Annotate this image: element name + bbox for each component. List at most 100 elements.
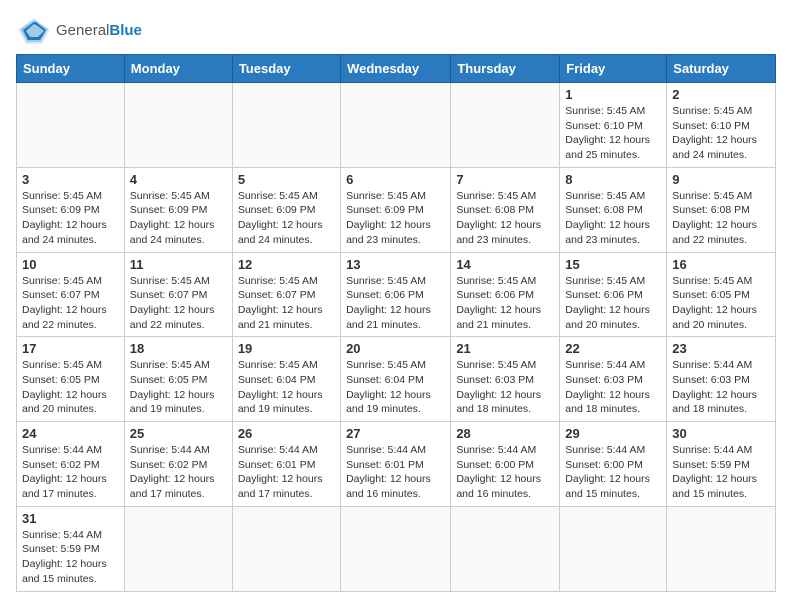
day-number: 16 (672, 257, 770, 272)
calendar-day-cell: 5 Sunrise: 5:45 AM Sunset: 6:09 PM Daylig… (232, 167, 340, 252)
calendar-day-cell: 22 Sunrise: 5:44 AM Sunset: 6:03 PM Dayli… (560, 337, 667, 422)
day-number: 9 (672, 172, 770, 187)
day-number: 3 (22, 172, 119, 187)
day-info: Sunrise: 5:45 AM Sunset: 6:07 PM Dayligh… (130, 274, 227, 333)
day-info: Sunrise: 5:45 AM Sunset: 6:10 PM Dayligh… (672, 104, 770, 163)
calendar-day-cell: 9Sunrise: 5:45 AM Sunset: 6:08 PM Daylig… (667, 167, 776, 252)
calendar-day-cell: 30 Sunrise: 5:44 AM Sunset: 5:59 PM Dayli… (667, 422, 776, 507)
day-info: Sunrise: 5:45 AM Sunset: 6:09 PM Dayligh… (22, 189, 119, 248)
calendar-week-row: 1 Sunrise: 5:45 AM Sunset: 6:10 PM Daylig… (17, 83, 776, 168)
day-number: 20 (346, 341, 445, 356)
calendar-header-row: SundayMondayTuesdayWednesdayThursdayFrid… (17, 55, 776, 83)
logo-icon (16, 16, 52, 46)
day-number: 7 (456, 172, 554, 187)
day-number: 21 (456, 341, 554, 356)
calendar-day-cell: 17 Sunrise: 5:45 AM Sunset: 6:05 PM Dayli… (17, 337, 125, 422)
calendar-day-cell: 28 Sunrise: 5:44 AM Sunset: 6:00 PM Dayli… (451, 422, 560, 507)
day-info: Sunrise: 5:44 AM Sunset: 5:59 PM Dayligh… (672, 443, 770, 502)
day-info: Sunrise: 5:45 AM Sunset: 6:06 PM Dayligh… (565, 274, 661, 333)
day-info: Sunrise: 5:44 AM Sunset: 6:03 PM Dayligh… (565, 358, 661, 417)
calendar-day-cell: 25Sunrise: 5:44 AM Sunset: 6:02 PM Dayli… (124, 422, 232, 507)
header: GeneralBlue (16, 16, 776, 46)
calendar-day-cell: 10Sunrise: 5:45 AM Sunset: 6:07 PM Dayli… (17, 252, 125, 337)
calendar-day-cell: 23 Sunrise: 5:44 AM Sunset: 6:03 PM Dayli… (667, 337, 776, 422)
calendar-day-cell: 26Sunrise: 5:44 AM Sunset: 6:01 PM Dayli… (232, 422, 340, 507)
calendar-day-cell: 19 Sunrise: 5:45 AM Sunset: 6:04 PM Dayli… (232, 337, 340, 422)
day-info: Sunrise: 5:44 AM Sunset: 5:59 PM Dayligh… (22, 528, 119, 587)
calendar-day-cell (560, 506, 667, 591)
day-info: Sunrise: 5:45 AM Sunset: 6:08 PM Dayligh… (456, 189, 554, 248)
day-number: 23 (672, 341, 770, 356)
logo-text-area: GeneralBlue (56, 22, 142, 40)
calendar-day-cell: 15 Sunrise: 5:45 AM Sunset: 6:06 PM Dayli… (560, 252, 667, 337)
calendar-day-cell (124, 506, 232, 591)
calendar-day-cell: 11Sunrise: 5:45 AM Sunset: 6:07 PM Dayli… (124, 252, 232, 337)
day-info: Sunrise: 5:45 AM Sunset: 6:05 PM Dayligh… (22, 358, 119, 417)
day-info: Sunrise: 5:45 AM Sunset: 6:03 PM Dayligh… (456, 358, 554, 417)
calendar-day-cell (667, 506, 776, 591)
day-info: Sunrise: 5:44 AM Sunset: 6:01 PM Dayligh… (346, 443, 445, 502)
day-number: 19 (238, 341, 335, 356)
calendar-day-cell (232, 506, 340, 591)
calendar-day-cell: 13Sunrise: 5:45 AM Sunset: 6:06 PM Dayli… (341, 252, 451, 337)
day-number: 26 (238, 426, 335, 441)
day-number: 2 (672, 87, 770, 102)
day-info: Sunrise: 5:44 AM Sunset: 6:03 PM Dayligh… (672, 358, 770, 417)
calendar-day-cell: 7 Sunrise: 5:45 AM Sunset: 6:08 PM Daylig… (451, 167, 560, 252)
calendar-day-cell: 2 Sunrise: 5:45 AM Sunset: 6:10 PM Daylig… (667, 83, 776, 168)
day-number: 28 (456, 426, 554, 441)
day-info: Sunrise: 5:45 AM Sunset: 6:07 PM Dayligh… (238, 274, 335, 333)
day-number: 1 (565, 87, 661, 102)
day-info: Sunrise: 5:44 AM Sunset: 6:00 PM Dayligh… (456, 443, 554, 502)
calendar-day-cell: 29Sunrise: 5:44 AM Sunset: 6:00 PM Dayli… (560, 422, 667, 507)
day-number: 22 (565, 341, 661, 356)
calendar-day-cell (341, 83, 451, 168)
day-number: 31 (22, 511, 119, 526)
calendar-day-cell: 24Sunrise: 5:44 AM Sunset: 6:02 PM Dayli… (17, 422, 125, 507)
calendar-day-cell: 20 Sunrise: 5:45 AM Sunset: 6:04 PM Dayli… (341, 337, 451, 422)
day-info: Sunrise: 5:45 AM Sunset: 6:04 PM Dayligh… (346, 358, 445, 417)
day-number: 10 (22, 257, 119, 272)
day-number: 13 (346, 257, 445, 272)
calendar-day-cell: 16 Sunrise: 5:45 AM Sunset: 6:05 PM Dayli… (667, 252, 776, 337)
day-number: 17 (22, 341, 119, 356)
header-monday: Monday (124, 55, 232, 83)
day-number: 5 (238, 172, 335, 187)
day-number: 18 (130, 341, 227, 356)
day-number: 15 (565, 257, 661, 272)
day-number: 4 (130, 172, 227, 187)
day-number: 6 (346, 172, 445, 187)
calendar-day-cell (17, 83, 125, 168)
day-info: Sunrise: 5:44 AM Sunset: 6:00 PM Dayligh… (565, 443, 661, 502)
day-info: Sunrise: 5:45 AM Sunset: 6:09 PM Dayligh… (130, 189, 227, 248)
calendar-day-cell (232, 83, 340, 168)
calendar-day-cell: 8Sunrise: 5:45 AM Sunset: 6:08 PM Daylig… (560, 167, 667, 252)
header-saturday: Saturday (667, 55, 776, 83)
header-sunday: Sunday (17, 55, 125, 83)
day-info: Sunrise: 5:45 AM Sunset: 6:04 PM Dayligh… (238, 358, 335, 417)
calendar-week-row: 3 Sunrise: 5:45 AM Sunset: 6:09 PM Daylig… (17, 167, 776, 252)
day-number: 27 (346, 426, 445, 441)
calendar-day-cell (124, 83, 232, 168)
calendar-week-row: 17 Sunrise: 5:45 AM Sunset: 6:05 PM Dayli… (17, 337, 776, 422)
calendar-day-cell: 6 Sunrise: 5:45 AM Sunset: 6:09 PM Daylig… (341, 167, 451, 252)
day-info: Sunrise: 5:44 AM Sunset: 6:02 PM Dayligh… (22, 443, 119, 502)
day-number: 30 (672, 426, 770, 441)
day-info: Sunrise: 5:45 AM Sunset: 6:05 PM Dayligh… (672, 274, 770, 333)
calendar-week-row: 24Sunrise: 5:44 AM Sunset: 6:02 PM Dayli… (17, 422, 776, 507)
calendar-day-cell: 21 Sunrise: 5:45 AM Sunset: 6:03 PM Dayli… (451, 337, 560, 422)
logo: GeneralBlue (16, 16, 142, 46)
calendar-day-cell: 12 Sunrise: 5:45 AM Sunset: 6:07 PM Dayli… (232, 252, 340, 337)
header-thursday: Thursday (451, 55, 560, 83)
day-number: 12 (238, 257, 335, 272)
calendar-week-row: 10 Sunrise: 5:45 AM Sunset: 6:07 PM Dayli… (17, 252, 776, 337)
day-info: Sunrise: 5:45 AM Sunset: 6:06 PM Dayligh… (456, 274, 554, 333)
calendar-day-cell: 4 Sunrise: 5:45 AM Sunset: 6:09 PM Daylig… (124, 167, 232, 252)
day-info: Sunrise: 5:45 AM Sunset: 6:09 PM Dayligh… (238, 189, 335, 248)
day-info: Sunrise: 5:44 AM Sunset: 6:02 PM Dayligh… (130, 443, 227, 502)
day-info: Sunrise: 5:45 AM Sunset: 6:09 PM Dayligh… (346, 189, 445, 248)
calendar-day-cell (451, 506, 560, 591)
logo-general: GeneralBlue (56, 22, 142, 40)
day-info: Sunrise: 5:45 AM Sunset: 6:08 PM Dayligh… (565, 189, 661, 248)
calendar-day-cell: 3 Sunrise: 5:45 AM Sunset: 6:09 PM Daylig… (17, 167, 125, 252)
